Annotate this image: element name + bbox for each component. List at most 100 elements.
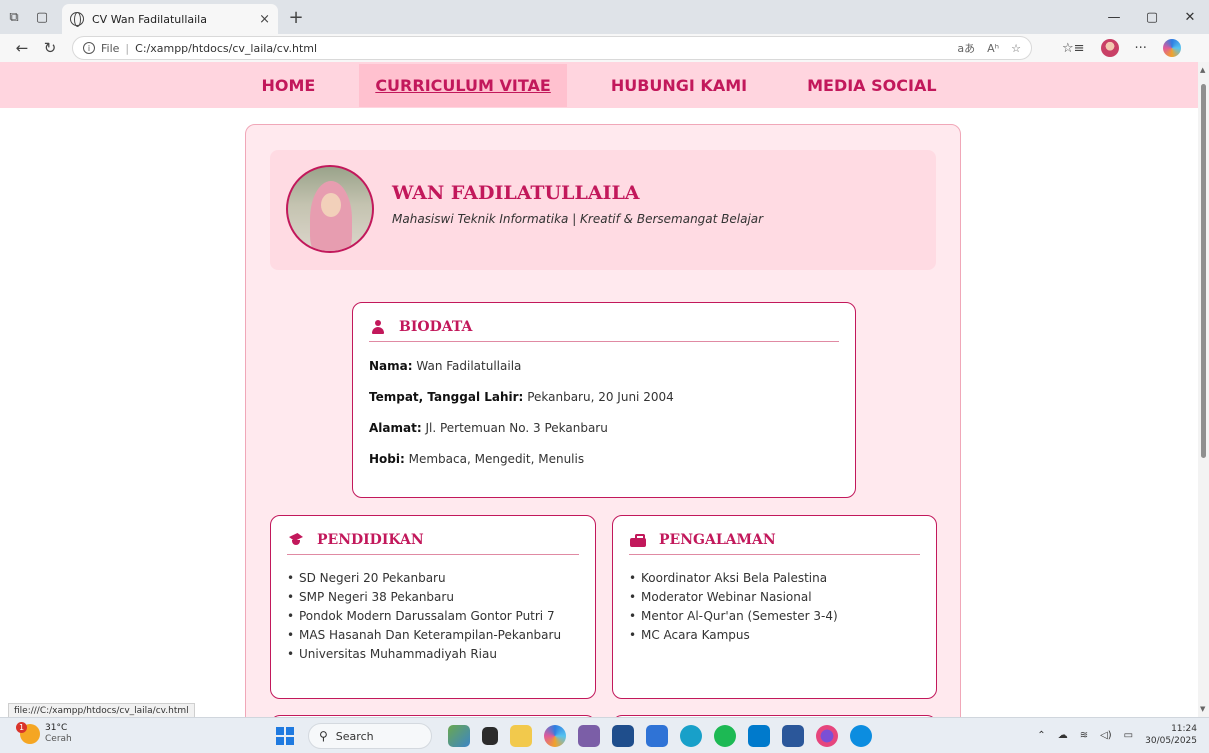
scroll-up-icon[interactable]: ▲ [1200,66,1205,74]
tab-actions-icon[interactable]: ▢ [28,3,56,31]
weather-widget[interactable]: 1 31°C Cerah [16,722,72,745]
globe-icon [70,12,84,27]
taskbar-apps: ⚲ Search [276,723,878,749]
address-prefix: File [101,41,120,55]
bio-label: Alamat: [369,421,422,435]
editor-app-icon[interactable] [646,725,668,747]
system-tray: ⌃ ☁ ≋ ◁) ▭ 11:24 30/05/2025 [1037,723,1197,747]
photo-figure [310,181,352,251]
nav-curriculum-vitae[interactable]: CURRICULUM VITAE [359,63,567,107]
bio-value: Jl. Pertemuan No. 3 Pekanbaru [425,421,608,435]
profile-name: WAN FADILATULLAILA [392,182,640,204]
browser-toolbar: ← ↻ i File | C:/xampp/htdocs/cv_laila/cv… [0,34,1209,62]
list-item: MAS Hasanah Dan Keterampilan-Pekanbaru [287,626,579,645]
pendidikan-title: PENDIDIKAN [317,532,424,548]
wifi-icon[interactable]: ≋ [1080,730,1088,741]
bio-value: Wan Fadilatullaila [416,359,522,373]
notification-badge: 1 [16,722,27,733]
taskbar: 1 31°C Cerah ⚲ Search ⌃ ☁ ≋ ◁) ▭ 11:24 3… [0,717,1209,753]
scrollbar-thumb[interactable] [1201,84,1206,458]
favorite-star-icon[interactable]: ☆ [1011,42,1021,55]
weather-condition: Cerah [45,734,72,744]
volume-icon[interactable]: ◁) [1100,730,1112,741]
word-app-icon[interactable] [782,725,804,747]
tab-title: CV Wan Fadilatullaila [92,12,207,26]
workspaces-icon[interactable]: ⧉ [0,3,28,31]
battery-icon[interactable]: ▭ [1124,730,1133,741]
profile-header: WAN FADILATULLAILA Mahasiswi Teknik Info… [270,150,936,270]
scroll-down-icon[interactable]: ▼ [1200,705,1205,713]
user-icon [372,320,384,334]
profile-photo [286,165,374,253]
taskbar-search[interactable]: ⚲ Search [308,723,432,749]
briefcase-icon [630,533,646,547]
cloud-icon[interactable]: ☁ [1058,730,1068,741]
vscode-app-icon[interactable] [748,725,770,747]
widgets-app-icon[interactable] [448,725,470,747]
toolbar-right: ☆≡ ··· [1046,39,1181,57]
clock[interactable]: 11:24 30/05/2025 [1145,723,1197,747]
profile-tagline: Mahasiswi Teknik Informatika | Kreatif &… [392,212,764,226]
info-icon[interactable]: i [83,42,95,54]
nav-hubungi-kami[interactable]: HUBUNGI KAMI [595,64,763,107]
pendidikan-list: SD Negeri 20 Pekanbaru SMP Negeri 38 Pek… [287,569,579,664]
weather-temp: 31°C [45,723,68,733]
refresh-icon[interactable]: ↻ [36,39,64,57]
cv-card: WAN FADILATULLAILA Mahasiswi Teknik Info… [245,124,961,717]
sun-icon: 1 [16,722,40,744]
browser-tab[interactable]: CV Wan Fadilatullaila × [62,4,278,34]
new-tab-button[interactable]: + [284,7,308,28]
edge-active-app-icon[interactable] [850,725,872,747]
tab-close-icon[interactable]: × [259,12,270,27]
list-item: Mentor Al-Qur'an (Semester 3-4) [629,607,920,626]
address-bar[interactable]: i File | C:/xampp/htdocs/cv_laila/cv.htm… [72,36,1032,60]
address-separator: | [125,41,130,55]
page-scrollbar[interactable]: ▲ ▼ [1198,62,1209,717]
pengalaman-section: PENGALAMAN Koordinator Aksi Bela Palesti… [612,515,937,699]
text-size-icon[interactable]: Aʰ [987,42,999,55]
list-item: Universitas Muhammadiyah Riau [287,645,579,664]
list-item: MC Acara Kampus [629,626,920,645]
tab-strip: ⧉ ▢ CV Wan Fadilatullaila × + — ▢ ✕ [0,0,1209,34]
more-options-icon[interactable]: ··· [1135,41,1147,56]
search-icon: ⚲ [319,729,328,743]
biodata-header: BIODATA [369,319,839,342]
biodata-title: BIODATA [399,319,473,335]
read-aloud-icon[interactable]: aあ [957,40,975,56]
site-navbar: HOME CURRICULUM VITAE HUBUNGI KAMI MEDIA… [0,62,1198,108]
maximize-icon[interactable]: ▢ [1133,0,1171,34]
pendidikan-header: PENDIDIKAN [287,532,579,555]
copilot-icon[interactable] [1162,39,1181,57]
store-app-icon[interactable] [612,725,634,747]
teams-app-icon[interactable] [578,725,600,747]
task-view-icon[interactable] [482,727,498,745]
minimize-icon[interactable]: — [1095,0,1133,34]
copilot-app-icon[interactable] [544,725,566,747]
biodata-section: BIODATA Nama: Wan Fadilatullaila Tempat,… [352,302,856,498]
nav-media-social[interactable]: MEDIA SOCIAL [791,64,952,107]
chrome-app-icon[interactable] [816,725,838,747]
page-viewport: HOME CURRICULUM VITAE HUBUNGI KAMI MEDIA… [0,62,1198,717]
favorites-icon[interactable]: ☆≡ [1062,41,1085,56]
bio-value: Pekanbaru, 20 Juni 2004 [527,390,674,404]
graduation-cap-icon [287,533,305,547]
bio-value: Membaca, Mengedit, Menulis [408,452,585,466]
pengalaman-header: PENGALAMAN [629,532,920,555]
file-explorer-icon[interactable] [510,725,532,747]
back-arrow-icon[interactable]: ← [8,39,36,57]
windows-start-icon[interactable] [276,727,294,745]
chevron-up-icon[interactable]: ⌃ [1037,730,1045,741]
nav-home[interactable]: HOME [245,64,331,107]
list-item: Koordinator Aksi Bela Palestina [629,569,920,588]
spotify-app-icon[interactable] [714,725,736,747]
profile-avatar-icon[interactable] [1100,39,1119,57]
close-window-icon[interactable]: ✕ [1171,0,1209,34]
bio-row-alamat: Alamat: Jl. Pertemuan No. 3 Pekanbaru [369,421,839,435]
clock-time: 11:24 [1171,724,1197,734]
address-url: C:/xampp/htdocs/cv_laila/cv.html [135,41,318,55]
bio-row-nama: Nama: Wan Fadilatullaila [369,359,839,373]
bio-row-hobi: Hobi: Membaca, Mengedit, Menulis [369,452,839,466]
bio-row-ttl: Tempat, Tanggal Lahir: Pekanbaru, 20 Jun… [369,390,839,404]
edge-app-icon[interactable] [680,725,702,747]
list-item: SMP Negeri 38 Pekanbaru [287,588,579,607]
